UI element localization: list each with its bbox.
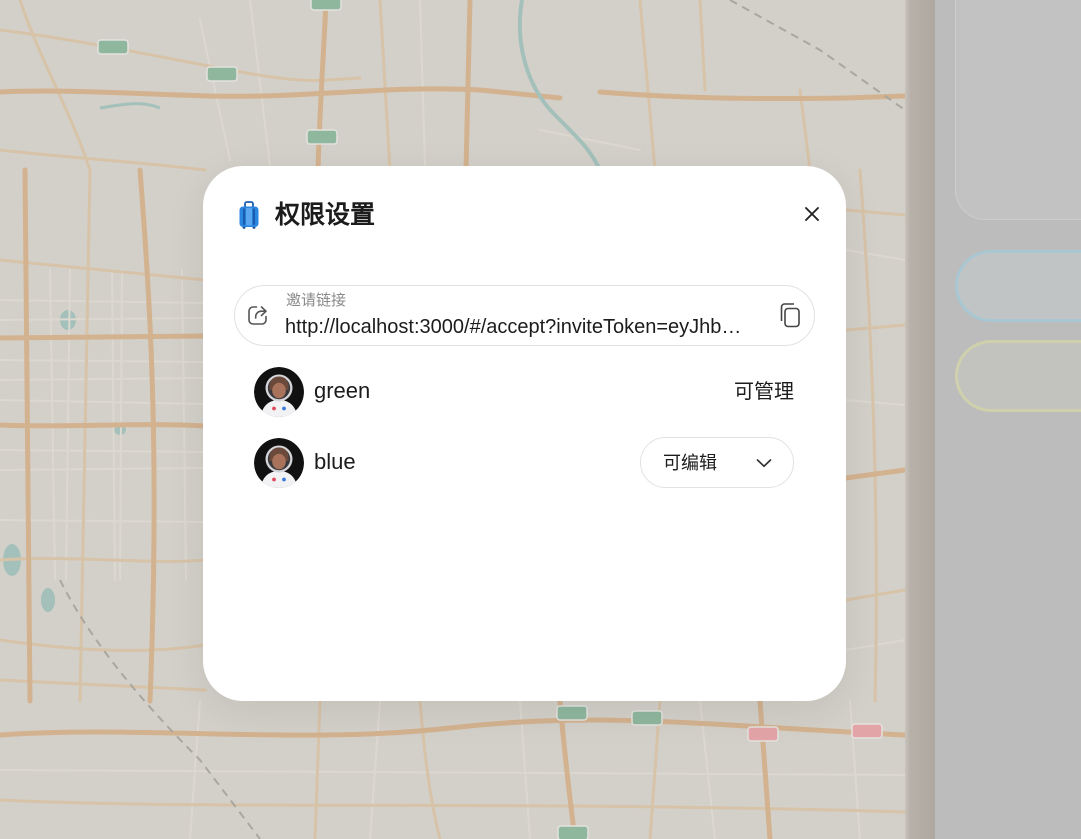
- share-icon: [246, 303, 270, 327]
- suitcase-icon: [238, 201, 260, 229]
- permission-select[interactable]: 可编辑: [640, 437, 794, 488]
- invite-link-url[interactable]: http://localhost:3000/#/accept?inviteTok…: [285, 315, 763, 339]
- member-name: blue: [314, 449, 356, 474]
- close-button[interactable]: [800, 202, 824, 226]
- dialog-title: 权限设置: [275, 201, 376, 229]
- chevron-down-icon: [756, 458, 772, 468]
- invite-link-field[interactable]: 邀请链接 http://localhost:3000/#/accept?invi…: [234, 285, 815, 346]
- member-permission: 可管理: [734, 381, 794, 403]
- close-icon: [805, 207, 819, 221]
- member-name: green: [314, 378, 371, 403]
- member-row: green 可管理: [254, 367, 794, 417]
- member-row: blue 可编辑: [254, 437, 794, 488]
- astronaut-avatar: [254, 438, 304, 488]
- permission-settings-dialog: 权限设置 邀请链接 http://localhost:3000/#/accept…: [203, 166, 846, 701]
- permission-select-value: 可编辑: [663, 453, 717, 473]
- copy-icon[interactable]: [778, 302, 802, 328]
- astronaut-avatar: [254, 367, 304, 417]
- invite-link-label: 邀请链接: [286, 292, 347, 309]
